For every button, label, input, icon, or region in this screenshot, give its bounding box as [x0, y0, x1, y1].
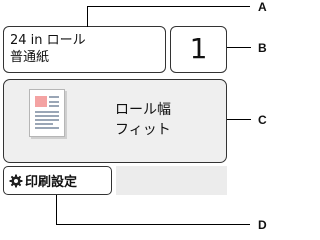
fit-label-line2: フィット [115, 122, 171, 138]
callout-d-label: D [258, 218, 267, 232]
roll-width-fit-button[interactable]: ロール幅 フィット [3, 79, 227, 163]
document-preview-icon [29, 89, 65, 137]
callout-c-line [227, 119, 251, 120]
copies-field[interactable]: 1 [170, 26, 227, 73]
print-settings-button[interactable]: 印刷設定 [3, 166, 112, 195]
print-settings-label: 印刷設定 [25, 175, 78, 190]
callout-c-label: C [258, 113, 267, 127]
fit-label-line1: ロール幅 [115, 102, 171, 118]
empty-button-area [116, 166, 227, 195]
callout-a-label: A [258, 0, 267, 14]
callout-b-line [227, 47, 251, 48]
gear-icon [9, 174, 23, 187]
media-size-label: 24 in ロール [10, 33, 86, 48]
media-info-panel[interactable]: 24 in ロール 普通紙 [3, 26, 166, 73]
media-type-label: 普通紙 [10, 50, 50, 65]
callout-d-line-vertical [56, 195, 57, 225]
callout-a-line-horizontal [87, 6, 250, 7]
roll-width-fit-label: ロール幅 フィット [115, 100, 171, 140]
callout-a-line-vertical [87, 6, 88, 27]
copies-value: 1 [189, 32, 208, 65]
callout-b-label: B [258, 41, 267, 55]
callout-d-line-horizontal [56, 224, 250, 225]
